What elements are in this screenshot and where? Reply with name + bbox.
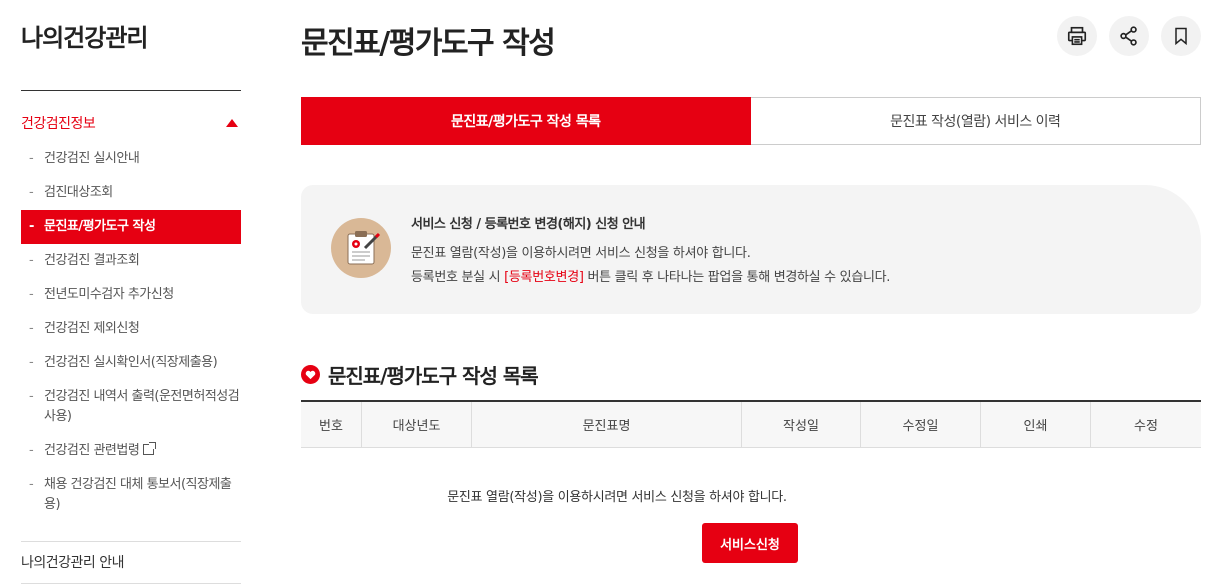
column-header: 문진표명: [471, 402, 741, 447]
tab-service-history[interactable]: 문진표 작성(열람) 서비스 이력: [750, 97, 1201, 145]
questionnaire-table: 번호 대상년도 문진표명 작성일 수정일 인쇄 수정: [301, 400, 1201, 448]
sidebar-divider: [21, 90, 241, 91]
heart-icon: [301, 365, 320, 384]
column-header: 수정: [1090, 402, 1201, 447]
sidebar-divider: [21, 541, 241, 542]
sidebar-item-questionnaire[interactable]: 문진표/평가도구 작성: [21, 210, 241, 244]
column-header: 대상년도: [361, 402, 471, 447]
sidebar: 나의건강관리 건강검진정보 건강검진 실시안내 검진대상조회 문진표/평가도구 …: [21, 0, 241, 585]
sidebar-item-label: 문진표/평가도구 작성: [44, 219, 156, 234]
service-apply-button[interactable]: 서비스신청: [702, 523, 798, 563]
sidebar-item-additional-request[interactable]: 전년도미수검자 추가신청: [21, 278, 241, 312]
sidebar-item-label: 건강검진 관련법령: [44, 443, 140, 458]
sidebar-item-label: 검진대상조회: [44, 185, 113, 200]
sidebar-item-laws[interactable]: 건강검진 관련법령: [21, 434, 241, 468]
sidebar-item-label: 채용 건강검진 대체 통보서(직장제출용): [44, 477, 232, 512]
sidebar-item-employment-report[interactable]: 채용 건강검진 대체 통보서(직장제출용): [21, 468, 241, 522]
sidebar-item-confirmation[interactable]: 건강검진 실시확인서(직장제출용): [21, 346, 241, 380]
sidebar-item-exclusion[interactable]: 건강검진 제외신청: [21, 312, 241, 346]
sidebar-section-label: 건강검진정보: [21, 116, 96, 132]
notice-text-part: 등록번호 분실 시: [411, 270, 505, 285]
notice-text: 등록번호 분실 시 [등록번호변경] 버튼 클릭 후 나타나는 팝업을 통해 변…: [411, 266, 890, 285]
column-header: 인쇄: [980, 402, 1090, 447]
sidebar-item-label: 건강검진 실시확인서(직장제출용): [44, 355, 218, 370]
tab-questionnaire-list[interactable]: 문진표/평가도구 작성 목록: [301, 97, 751, 145]
list-section-header: 문진표/평가도구 작성 목록: [301, 360, 539, 389]
column-header: 작성일: [741, 402, 860, 447]
notice-text-part: 버튼 클릭 후 나타나는 팝업을 통해 변경하실 수 있습니다.: [583, 270, 891, 285]
column-header: 수정일: [860, 402, 980, 447]
sidebar-item-target-lookup[interactable]: 검진대상조회: [21, 176, 241, 210]
sidebar-item-guide[interactable]: 나의건강관리 안내: [21, 552, 125, 572]
bookmark-icon: [1175, 27, 1187, 46]
sidebar-title: 나의건강관리: [21, 24, 148, 52]
clipboard-icon: [331, 218, 391, 278]
bookmark-button[interactable]: [1161, 16, 1201, 56]
sidebar-item-results[interactable]: 건강검진 결과조회: [21, 244, 241, 278]
column-header: 번호: [319, 419, 343, 434]
empty-table-message: 문진표 열람(작성)을 이용하시려면 서비스 신청을 하셔야 합니다.: [447, 490, 787, 505]
table-header: 번호 대상년도 문진표명 작성일 수정일 인쇄 수정: [301, 402, 1201, 448]
page-actions: [1057, 16, 1201, 56]
sidebar-item-label: 건강검진 결과조회: [44, 253, 140, 268]
section-title: 문진표/평가도구 작성 목록: [328, 364, 539, 388]
sidebar-item-label: 건강검진 실시안내: [44, 151, 140, 166]
sidebar-item-label: 전년도미수검자 추가신청: [44, 287, 174, 302]
sidebar-item-history-print[interactable]: 건강검진 내역서 출력(운전면허적성검사용): [21, 380, 241, 434]
external-link-icon: [143, 442, 157, 455]
sidebar-menu: 건강검진 실시안내 검진대상조회 문진표/평가도구 작성 건강검진 결과조회 전…: [21, 142, 241, 522]
tab-bar: 문진표/평가도구 작성 목록 문진표 작성(열람) 서비스 이력: [301, 97, 1201, 145]
sidebar-divider: [21, 583, 241, 584]
share-button[interactable]: [1109, 16, 1149, 56]
sidebar-item-label: 건강검진 내역서 출력(운전면허적성검사용): [44, 389, 240, 424]
print-icon: [1067, 26, 1087, 46]
share-icon: [1120, 26, 1137, 46]
notice-text: 문진표 열람(작성)을 이용하시려면 서비스 신청을 하셔야 합니다.: [411, 246, 751, 261]
sidebar-item-label: 건강검진 제외신청: [44, 321, 140, 336]
caret-up-icon: [226, 119, 238, 127]
print-button[interactable]: [1057, 16, 1097, 56]
sidebar-item-checkup-guide[interactable]: 건강검진 실시안내: [21, 142, 241, 176]
service-notice: 서비스 신청 / 등록번호 변경(해지) 신청 안내 문진표 열람(작성)을 이…: [301, 185, 1201, 314]
change-number-link[interactable]: [등록번호변경]: [504, 270, 584, 285]
notice-title: 서비스 신청 / 등록번호 변경(해지) 신청 안내: [411, 217, 646, 232]
page-title: 문진표/평가도구 작성: [301, 26, 556, 61]
sidebar-section-toggle[interactable]: 건강검진정보: [21, 110, 241, 136]
